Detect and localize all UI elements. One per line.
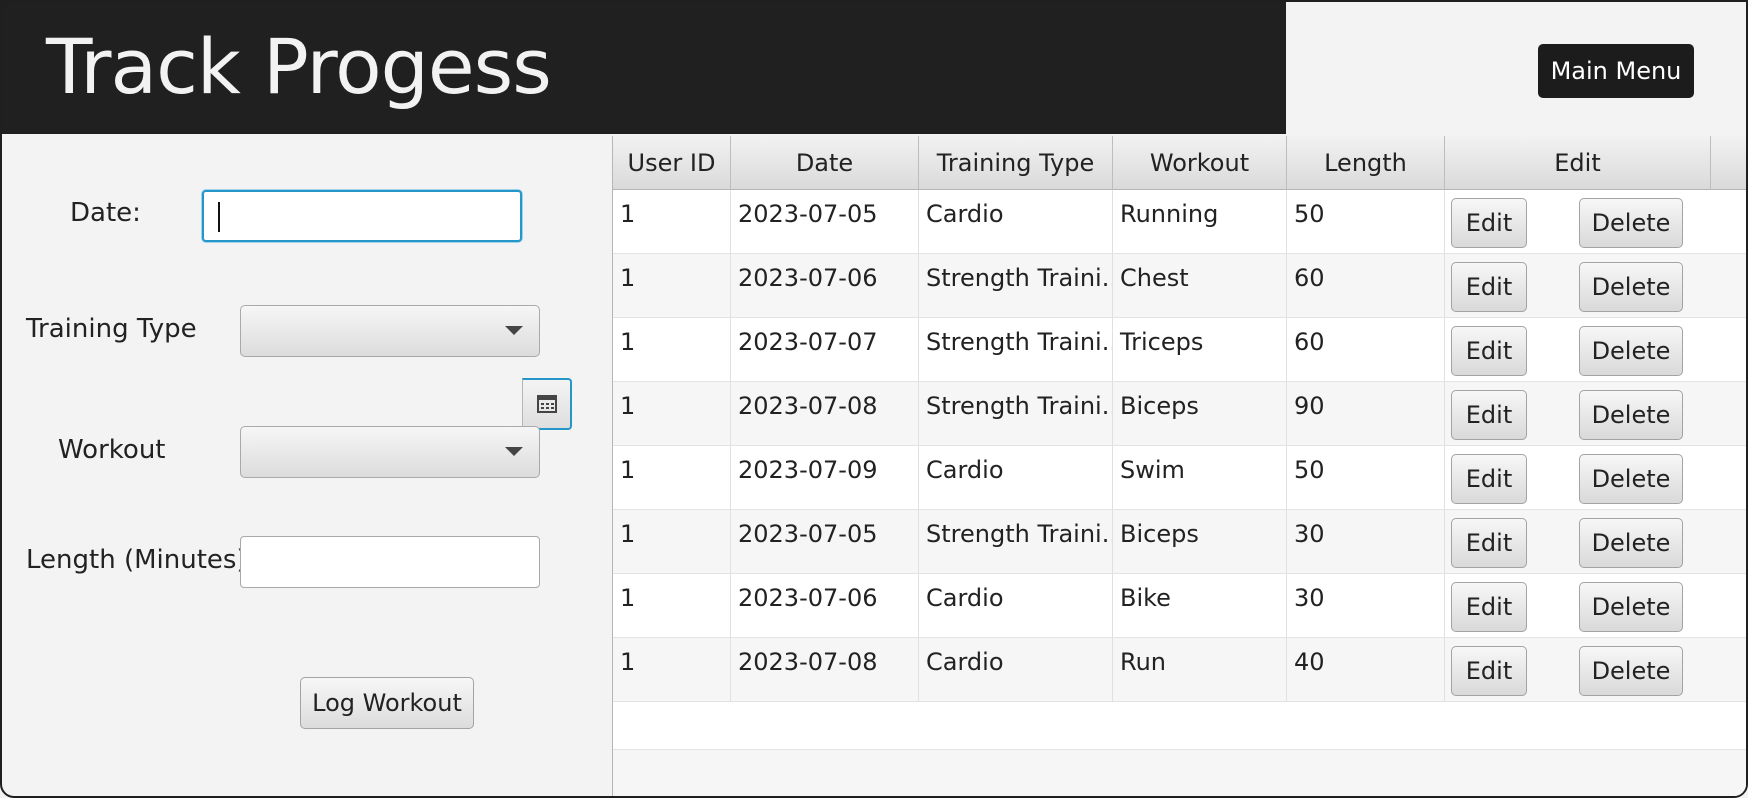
- empty-table-row: [613, 750, 1746, 796]
- table-row[interactable]: 1 2023-07-06 Strength Traini... Chest 60 Edit…: [613, 254, 1746, 318]
- cell-length: 30: [1287, 574, 1445, 638]
- table-row[interactable]: 1 2023-07-09 Cardio Swim 50 Edit Delete: [613, 446, 1746, 510]
- workout-label: Workout: [58, 435, 166, 465]
- delete-button[interactable]: Delete: [1579, 390, 1683, 440]
- main-menu-button[interactable]: Main Menu: [1538, 44, 1694, 98]
- table-row[interactable]: 1 2023-07-08 Cardio Run 40 Edit Delete: [613, 638, 1746, 702]
- delete-button[interactable]: Delete: [1579, 326, 1683, 376]
- cell-training-type: Cardio: [919, 190, 1113, 254]
- table-row[interactable]: 1 2023-07-08 Strength Traini... Biceps 90 Edi…: [613, 382, 1746, 446]
- date-input[interactable]: [202, 190, 522, 242]
- cell-training-type: Strength Traini...: [919, 510, 1113, 574]
- edit-button[interactable]: Edit: [1451, 198, 1527, 248]
- column-header-filler: [1711, 136, 1746, 190]
- delete-button[interactable]: Delete: [1579, 582, 1683, 632]
- cell-date: 2023-07-06: [731, 254, 919, 318]
- cell-length: 60: [1287, 254, 1445, 318]
- column-header-date[interactable]: Date: [731, 136, 919, 190]
- table-row[interactable]: 1 2023-07-06 Cardio Bike 30 Edit Delete: [613, 574, 1746, 638]
- delete-button[interactable]: Delete: [1579, 198, 1683, 248]
- table-header: User ID Date Training Type Workout Length Edi…: [613, 136, 1746, 190]
- chevron-down-icon: [505, 326, 523, 335]
- cell-workout: Swim: [1113, 446, 1287, 510]
- cell-user-id: 1: [613, 318, 731, 382]
- cell-user-id: 1: [613, 446, 731, 510]
- app-window: Track Progess Main Menu Date: Training T…: [0, 0, 1748, 798]
- edit-button[interactable]: Edit: [1451, 390, 1527, 440]
- cell-length: 50: [1287, 190, 1445, 254]
- cell-length: 90: [1287, 382, 1445, 446]
- cell-date: 2023-07-08: [731, 638, 919, 702]
- cell-workout: Biceps: [1113, 510, 1287, 574]
- column-header-length[interactable]: Length: [1287, 136, 1445, 190]
- cell-training-type: Cardio: [919, 638, 1113, 702]
- edit-button[interactable]: Edit: [1451, 646, 1527, 696]
- column-header-user-id[interactable]: User ID: [613, 136, 731, 190]
- table-row[interactable]: 1 2023-07-05 Strength Traini... Biceps 30 Edi…: [613, 510, 1746, 574]
- delete-button[interactable]: Delete: [1579, 646, 1683, 696]
- edit-button[interactable]: Edit: [1451, 262, 1527, 312]
- header-bar: Track Progess: [2, 2, 1286, 134]
- cell-training-type: Cardio: [919, 574, 1113, 638]
- date-picker-button[interactable]: [522, 378, 572, 430]
- column-header-training-type[interactable]: Training Type: [919, 136, 1113, 190]
- calendar-icon: [537, 395, 557, 413]
- log-workout-button[interactable]: Log Workout: [300, 677, 474, 729]
- date-label: Date:: [70, 198, 141, 228]
- chevron-down-icon: [505, 447, 523, 456]
- cell-date: 2023-07-05: [731, 190, 919, 254]
- delete-button[interactable]: Delete: [1579, 262, 1683, 312]
- edit-button[interactable]: Edit: [1451, 582, 1527, 632]
- length-input[interactable]: [240, 536, 540, 588]
- cell-workout: Running: [1113, 190, 1287, 254]
- workout-table: User ID Date Training Type Workout Length Edi…: [612, 136, 1746, 796]
- edit-button[interactable]: Edit: [1451, 518, 1527, 568]
- table-row[interactable]: 1 2023-07-05 Cardio Running 50 Edit Delete: [613, 190, 1746, 254]
- cell-workout: Biceps: [1113, 382, 1287, 446]
- column-header-edit[interactable]: Edit: [1445, 136, 1711, 190]
- cell-date: 2023-07-06: [731, 574, 919, 638]
- cell-date: 2023-07-09: [731, 446, 919, 510]
- cell-date: 2023-07-08: [731, 382, 919, 446]
- delete-button[interactable]: Delete: [1579, 518, 1683, 568]
- delete-button[interactable]: Delete: [1579, 454, 1683, 504]
- training-type-label: Training Type: [26, 314, 197, 344]
- cell-date: 2023-07-05: [731, 510, 919, 574]
- cell-user-id: 1: [613, 382, 731, 446]
- cell-training-type: Strength Traini...: [919, 254, 1113, 318]
- cell-training-type: Cardio: [919, 446, 1113, 510]
- cell-length: 50: [1287, 446, 1445, 510]
- column-header-workout[interactable]: Workout: [1113, 136, 1287, 190]
- workout-combobox[interactable]: [240, 426, 540, 478]
- cell-training-type: Strength Traini...: [919, 318, 1113, 382]
- cell-workout: Triceps: [1113, 318, 1287, 382]
- cell-date: 2023-07-07: [731, 318, 919, 382]
- cell-length: 60: [1287, 318, 1445, 382]
- page-title: Track Progess: [46, 22, 552, 111]
- cell-user-id: 1: [613, 574, 731, 638]
- cell-user-id: 1: [613, 254, 731, 318]
- text-caret: [218, 202, 220, 232]
- cell-training-type: Strength Traini...: [919, 382, 1113, 446]
- cell-workout: Chest: [1113, 254, 1287, 318]
- cell-workout: Run: [1113, 638, 1287, 702]
- cell-length: 40: [1287, 638, 1445, 702]
- training-type-combobox[interactable]: [240, 305, 540, 357]
- table-row[interactable]: 1 2023-07-07 Strength Traini... Triceps 60 Ed…: [613, 318, 1746, 382]
- edit-button[interactable]: Edit: [1451, 454, 1527, 504]
- date-picker[interactable]: [202, 190, 572, 430]
- empty-table-row: [613, 702, 1746, 750]
- edit-button[interactable]: Edit: [1451, 326, 1527, 376]
- cell-length: 30: [1287, 510, 1445, 574]
- cell-user-id: 1: [613, 190, 731, 254]
- cell-workout: Bike: [1113, 574, 1287, 638]
- length-label: Length (Minutes): [26, 545, 247, 575]
- cell-user-id: 1: [613, 638, 731, 702]
- cell-user-id: 1: [613, 510, 731, 574]
